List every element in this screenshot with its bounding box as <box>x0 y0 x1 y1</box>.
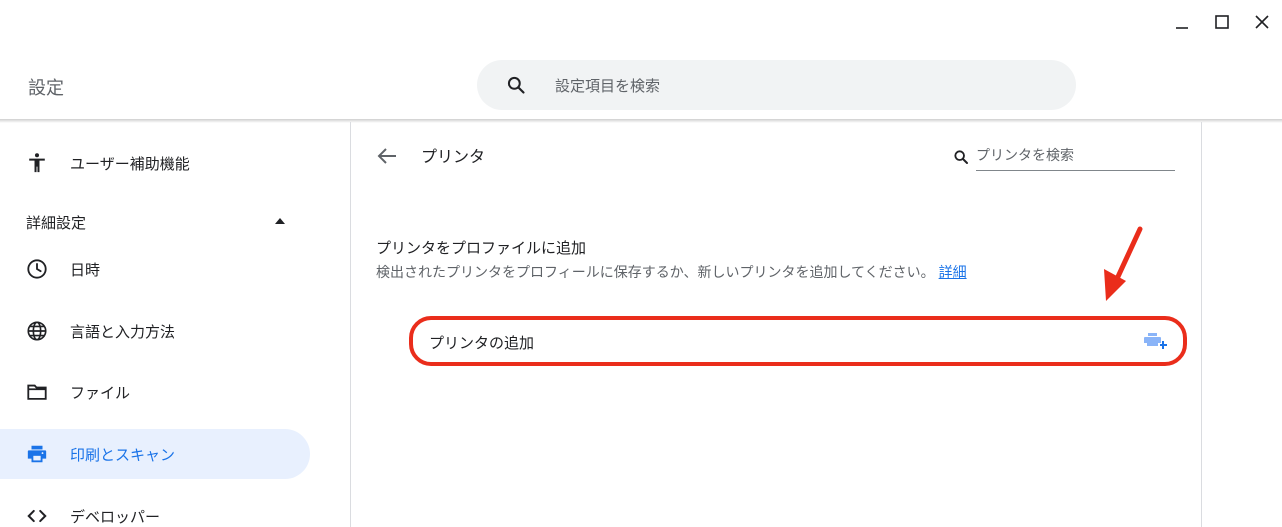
maximize-icon <box>1215 15 1229 29</box>
learn-more-link[interactable]: 詳細 <box>939 265 967 281</box>
section-description: 検出されたプリンタをプロフィールに保存するか、新しいプリンタを追加してください。… <box>376 262 967 282</box>
add-printer-icon[interactable] <box>1143 332 1167 352</box>
close-icon <box>1255 15 1269 29</box>
sidebar-item-label: ユーザー補助機能 <box>70 154 190 173</box>
sidebar-item-files[interactable]: ファイル <box>0 367 310 417</box>
printer-search <box>951 142 1175 171</box>
search-icon <box>951 147 971 167</box>
search-placeholder: 設定項目を検索 <box>555 76 661 95</box>
globe-icon <box>25 319 49 343</box>
sidebar-item-label: ファイル <box>70 383 131 402</box>
app-title: 設定 <box>28 78 64 99</box>
search-icon <box>505 74 527 96</box>
sidebar-item-developer[interactable]: デベロッパー <box>0 491 310 527</box>
header-bar: 設定 設定項目を検索 <box>0 0 1282 121</box>
printer-search-input[interactable] <box>976 142 1175 171</box>
content-right-border <box>1201 122 1202 527</box>
sidebar-item-accessibility[interactable]: ユーザー補助機能 <box>0 138 310 188</box>
advanced-section-label: 詳細設定 <box>26 214 87 232</box>
accessibility-icon <box>25 151 49 175</box>
collapse-button[interactable] <box>270 213 290 229</box>
settings-search-bar[interactable]: 設定項目を検索 <box>477 60 1076 110</box>
minimize-icon <box>1176 27 1188 29</box>
add-printer-row[interactable]: プリンタの追加 <box>409 316 1187 366</box>
printer-icon <box>25 442 49 466</box>
sidebar-item-label: 言語と入力方法 <box>70 322 176 341</box>
sidebar-item-label: デベロッパー <box>70 507 161 526</box>
minimize-button[interactable] <box>1162 8 1202 36</box>
triangle-up-icon <box>275 218 285 224</box>
window-controls <box>1162 8 1282 36</box>
sidebar-item-label: 日時 <box>70 260 101 279</box>
main-content: プリンタ プリンタをプロファイルに追加 検出されたプリンタをプロフィールに保存す… <box>351 122 1201 527</box>
page-title: プリンタ <box>421 147 486 166</box>
back-button[interactable] <box>373 144 401 168</box>
annotation-arrow-icon <box>1104 226 1143 301</box>
sidebar-item-label: 印刷とスキャン <box>70 445 176 464</box>
clock-icon <box>25 257 49 281</box>
section-heading: プリンタをプロファイルに追加 <box>376 239 587 257</box>
section-description-text: 検出されたプリンタをプロフィールに保存するか、新しいプリンタを追加してください。 <box>376 265 935 281</box>
sidebar-item-printing[interactable]: 印刷とスキャン <box>0 429 310 479</box>
arrow-back-icon <box>377 148 396 164</box>
close-button[interactable] <box>1242 8 1282 36</box>
sidebar-item-datetime[interactable]: 日時 <box>0 244 310 294</box>
sidebar-item-language[interactable]: 言語と入力方法 <box>0 306 310 356</box>
code-icon <box>25 504 49 527</box>
add-printer-label: プリンタの追加 <box>429 334 535 352</box>
sidebar: ユーザー補助機能 詳細設定 日時 言語と入力方法 ファイル 印刷とスキャン デベ… <box>0 122 350 527</box>
folder-icon <box>25 380 49 404</box>
maximize-button[interactable] <box>1202 8 1242 36</box>
